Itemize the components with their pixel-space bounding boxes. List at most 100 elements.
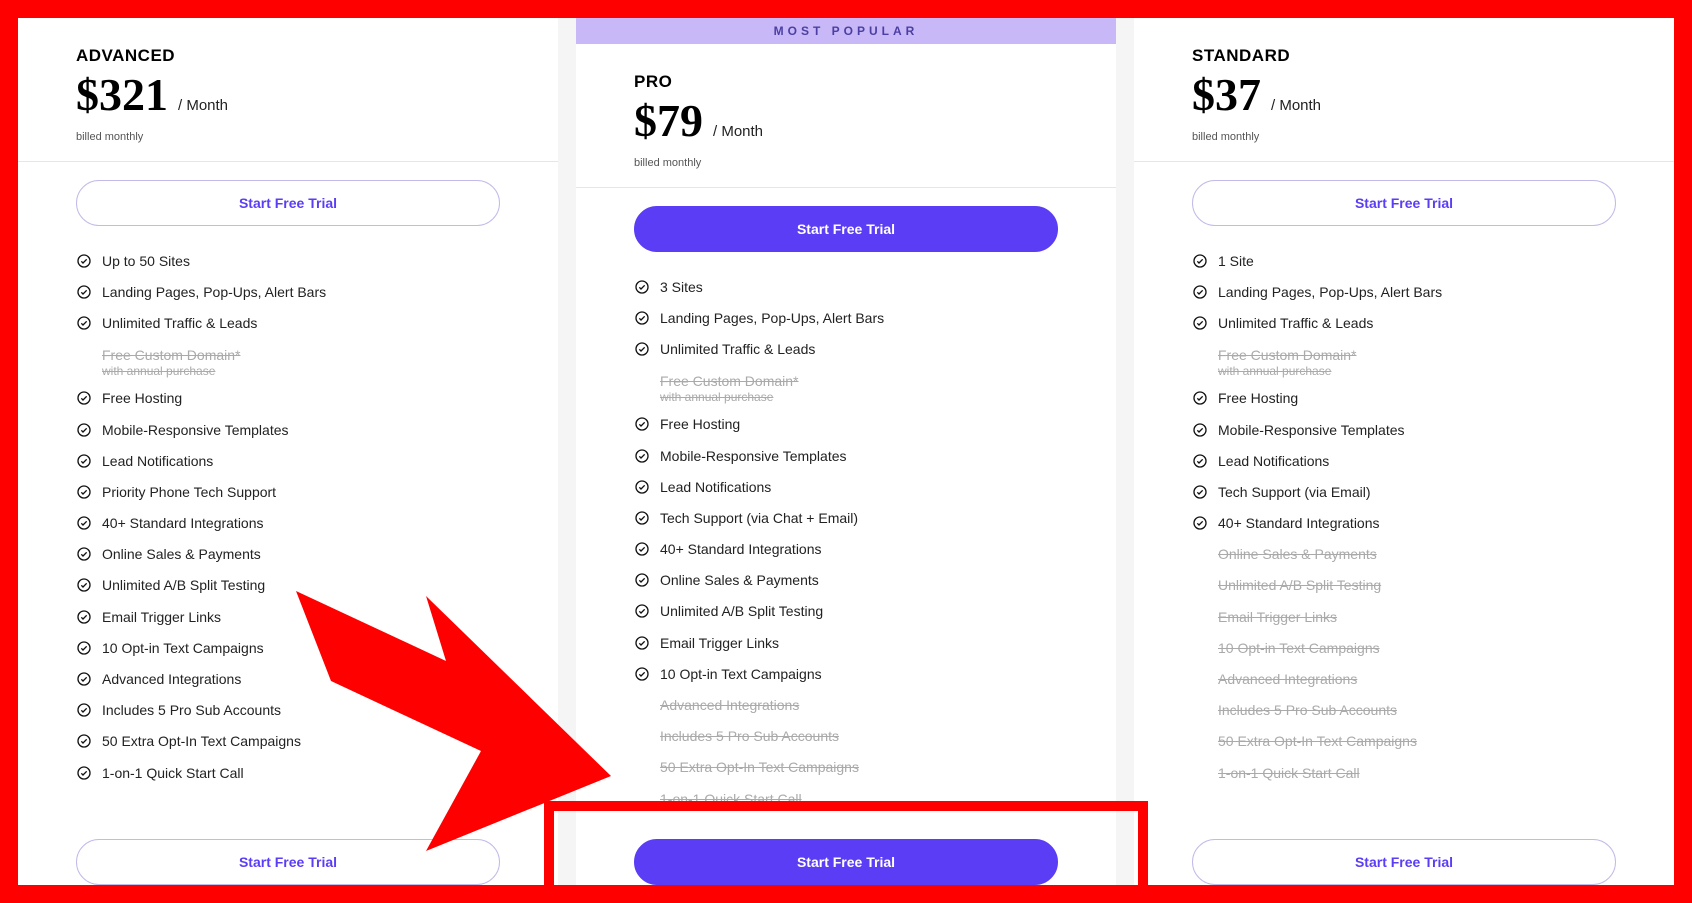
feature-item: 1-on-1 Quick Start Call bbox=[1192, 764, 1616, 785]
feature-item: Free Custom Domain*with annual purchase bbox=[1192, 346, 1616, 380]
billed-note: billed monthly bbox=[1192, 131, 1616, 143]
feature-text-wrap: 1-on-1 Quick Start Call bbox=[660, 790, 802, 808]
feature-item: Free Hosting bbox=[1192, 389, 1616, 410]
start-trial-button-top[interactable]: Start Free Trial bbox=[634, 206, 1058, 252]
feature-text-wrap: 3 Sites bbox=[660, 278, 703, 296]
top-cta-wrap: Start Free Trial bbox=[18, 162, 558, 226]
check-icon bbox=[76, 733, 92, 753]
top-cta-wrap: Start Free Trial bbox=[1134, 162, 1674, 226]
check-icon bbox=[76, 390, 92, 410]
feature-text-wrap: Lead Notifications bbox=[1218, 452, 1329, 470]
feature-item: Advanced Integrations bbox=[1192, 670, 1616, 691]
check-icon bbox=[76, 640, 92, 660]
feature-text-wrap: 10 Opt-in Text Campaigns bbox=[660, 665, 822, 683]
plan-card-pro: MOST POPULARPRO$79/ Monthbilled monthlyS… bbox=[576, 18, 1116, 885]
plan-name: ADVANCED bbox=[76, 46, 500, 66]
feature-item: Free Custom Domain*with annual purchase bbox=[76, 346, 500, 380]
bottom-cta-wrap: Start Free Trial bbox=[576, 821, 1116, 885]
feature-text: Mobile-Responsive Templates bbox=[660, 448, 847, 464]
feature-text: Up to 50 Sites bbox=[102, 253, 190, 269]
feature-item: Online Sales & Payments bbox=[1192, 545, 1616, 566]
feature-subtext: with annual purchase bbox=[660, 390, 799, 406]
feature-text: Tech Support (via Chat + Email) bbox=[660, 510, 858, 526]
start-trial-button-bottom[interactable]: Start Free Trial bbox=[1192, 839, 1616, 885]
check-icon bbox=[76, 484, 92, 504]
feature-item: Unlimited Traffic & Leads bbox=[1192, 314, 1616, 335]
check-icon bbox=[76, 546, 92, 566]
check-icon bbox=[1192, 390, 1208, 410]
feature-text: 10 Opt-in Text Campaigns bbox=[660, 666, 822, 682]
feature-text: 10 Opt-in Text Campaigns bbox=[1218, 640, 1380, 656]
feature-subtext: with annual purchase bbox=[102, 364, 241, 380]
feature-text-wrap: Unlimited A/B Split Testing bbox=[660, 602, 823, 620]
feature-text-wrap: Mobile-Responsive Templates bbox=[102, 421, 289, 439]
check-icon bbox=[1192, 515, 1208, 535]
feature-text-wrap: 40+ Standard Integrations bbox=[660, 540, 822, 558]
check-icon bbox=[634, 448, 650, 468]
check-icon bbox=[76, 315, 92, 335]
feature-text-wrap: 10 Opt-in Text Campaigns bbox=[1218, 639, 1380, 657]
feature-item: 1-on-1 Quick Start Call bbox=[634, 790, 1058, 811]
feature-text: Free Custom Domain* bbox=[102, 347, 241, 363]
plan-period: / Month bbox=[178, 97, 228, 114]
feature-text-wrap: Landing Pages, Pop-Ups, Alert Bars bbox=[1218, 283, 1442, 301]
feature-text: Unlimited Traffic & Leads bbox=[1218, 315, 1373, 331]
feature-item: Priority Phone Tech Support bbox=[76, 483, 500, 504]
feature-text-wrap: Advanced Integrations bbox=[102, 670, 241, 688]
feature-list: 1 Site Landing Pages, Pop-Ups, Alert Bars… bbox=[1134, 226, 1674, 795]
feature-text: Free Hosting bbox=[1218, 390, 1298, 406]
check-icon bbox=[76, 422, 92, 442]
plan-period: / Month bbox=[1271, 97, 1321, 114]
feature-list: 3 SitesLanding Pages, Pop-Ups, Alert Bar… bbox=[576, 252, 1116, 821]
feature-item: Tech Support (via Chat + Email) bbox=[634, 509, 1058, 530]
feature-item: Mobile-Responsive Templates bbox=[634, 447, 1058, 468]
top-cta-wrap: Start Free Trial bbox=[576, 188, 1116, 252]
feature-item: 10 Opt-in Text Campaigns bbox=[76, 639, 500, 660]
plan-price: $79 bbox=[634, 94, 703, 147]
feature-text: Email Trigger Links bbox=[1218, 609, 1337, 625]
feature-text-wrap: Unlimited Traffic & Leads bbox=[660, 340, 815, 358]
plan-price: $37 bbox=[1192, 68, 1261, 121]
price-line: $37 / Month bbox=[1192, 68, 1616, 121]
start-trial-button-top[interactable]: Start Free Trial bbox=[76, 180, 500, 226]
feature-text: Unlimited A/B Split Testing bbox=[660, 603, 823, 619]
feature-item: Unlimited Traffic & Leads bbox=[634, 340, 1058, 361]
feature-text: 40+ Standard Integrations bbox=[102, 515, 264, 531]
feature-text: Free Hosting bbox=[102, 390, 182, 406]
feature-text: Advanced Integrations bbox=[102, 671, 241, 687]
feature-item: Free Hosting bbox=[634, 415, 1058, 436]
feature-item: Email Trigger Links bbox=[1192, 608, 1616, 629]
feature-text-wrap: 50 Extra Opt-In Text Campaigns bbox=[1218, 732, 1417, 750]
check-icon bbox=[76, 284, 92, 304]
feature-text: Mobile-Responsive Templates bbox=[1218, 422, 1405, 438]
feature-text-wrap: Mobile-Responsive Templates bbox=[660, 447, 847, 465]
feature-text-wrap: Tech Support (via Chat + Email) bbox=[660, 509, 858, 527]
feature-item: Includes 5 Pro Sub Accounts bbox=[634, 727, 1058, 748]
check-icon bbox=[76, 765, 92, 785]
feature-text-wrap: 50 Extra Opt-In Text Campaigns bbox=[660, 758, 859, 776]
check-icon bbox=[634, 541, 650, 561]
feature-text: 1-on-1 Quick Start Call bbox=[102, 765, 244, 781]
feature-item: Advanced Integrations bbox=[634, 696, 1058, 717]
feature-item: Landing Pages, Pop-Ups, Alert Bars bbox=[76, 283, 500, 304]
feature-item: Landing Pages, Pop-Ups, Alert Bars bbox=[1192, 283, 1616, 304]
feature-text: Unlimited Traffic & Leads bbox=[660, 341, 815, 357]
check-icon bbox=[1192, 315, 1208, 335]
check-icon bbox=[634, 635, 650, 655]
check-icon bbox=[76, 671, 92, 691]
bottom-cta-wrap: Start Free Trial bbox=[1134, 821, 1674, 885]
feature-text: Online Sales & Payments bbox=[1218, 546, 1377, 562]
feature-text: Lead Notifications bbox=[1218, 453, 1329, 469]
plan-card-advanced: ADVANCED$321/ Monthbilled monthlyStart F… bbox=[18, 18, 558, 885]
start-trial-button-bottom[interactable]: Start Free Trial bbox=[76, 839, 500, 885]
start-trial-button-top[interactable]: Start Free Trial bbox=[1192, 180, 1616, 226]
feature-text: Landing Pages, Pop-Ups, Alert Bars bbox=[1218, 284, 1442, 300]
start-trial-button-bottom[interactable]: Start Free Trial bbox=[634, 839, 1058, 885]
feature-text: 1 Site bbox=[1218, 253, 1254, 269]
feature-text: Email Trigger Links bbox=[102, 609, 221, 625]
feature-item: Online Sales & Payments bbox=[76, 545, 500, 566]
billed-note: billed monthly bbox=[76, 131, 500, 143]
feature-text: Mobile-Responsive Templates bbox=[102, 422, 289, 438]
feature-text: Lead Notifications bbox=[660, 479, 771, 495]
feature-text: Landing Pages, Pop-Ups, Alert Bars bbox=[102, 284, 326, 300]
